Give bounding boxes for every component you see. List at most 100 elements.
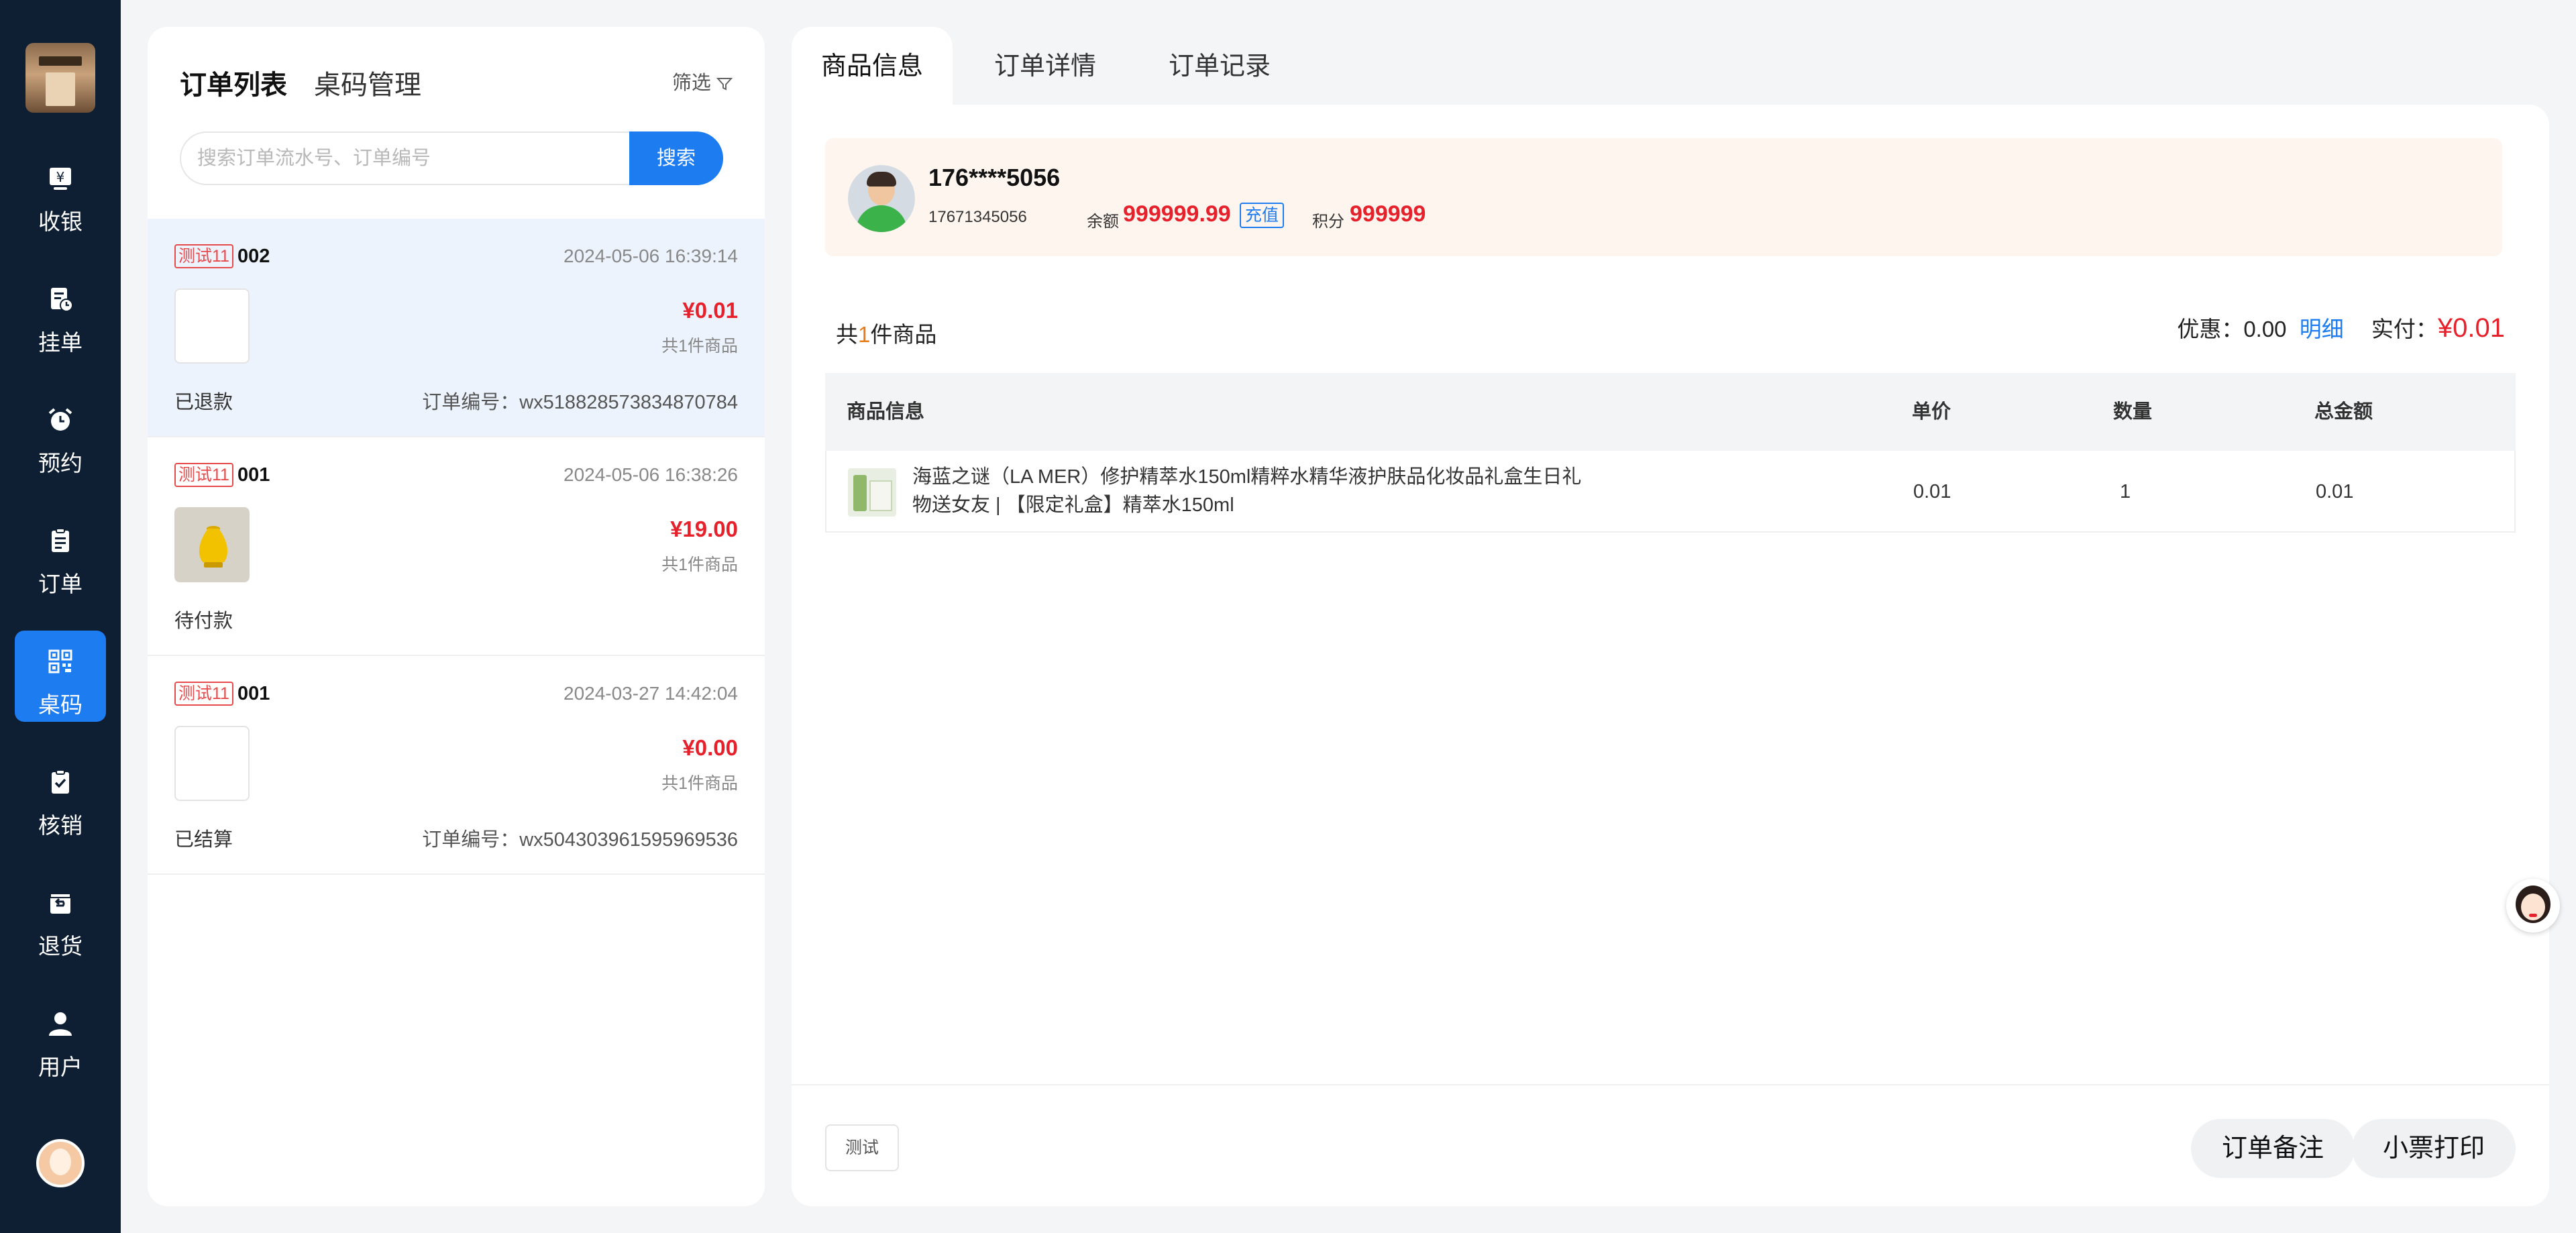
nav-label: 订单 (38, 572, 83, 596)
order-card[interactable]: 测试11 001 2024-05-06 16:38:26 ¥19.00 共1件商… (148, 437, 765, 656)
paid-label: 实付： (2371, 317, 2438, 341)
item-count: 共1件商品 (661, 555, 738, 574)
product-thumbnail (174, 507, 250, 582)
item-count: 共1件商品 (661, 337, 738, 356)
print-receipt-button[interactable]: 小票打印 (2351, 1119, 2516, 1178)
nav-item-verify[interactable]: 核销 (15, 751, 106, 843)
nav-label: 用户 (38, 1055, 83, 1079)
tab-order-list[interactable]: 订单列表 (180, 63, 287, 102)
order-serial: 002 (237, 246, 270, 267)
svg-text:¥: ¥ (56, 169, 65, 185)
order-card[interactable]: 测试11 002 2024-05-06 16:39:14 ¥0.01 共1件商品… (148, 219, 765, 437)
points-label: 积分 (1312, 213, 1344, 231)
order-serial: 001 (237, 683, 270, 704)
paid-amount: ¥0.01 (2437, 313, 2505, 343)
filter-button[interactable]: 筛选 (672, 67, 733, 95)
alarm-clock-icon (48, 408, 72, 431)
column-header: 单价 (1912, 401, 1951, 423)
order-price: ¥0.00 (682, 735, 738, 760)
nav-label: 预约 (38, 451, 83, 476)
item-count: 共1件商品 (661, 774, 738, 793)
search-button[interactable]: 搜索 (629, 131, 723, 185)
tab-order-records[interactable]: 订单记录 (1139, 27, 1300, 106)
order-price: ¥19.00 (670, 517, 738, 541)
order-card[interactable]: 测试11 001 2024-03-27 14:42:04 ¥0.00 共1件商品… (148, 656, 765, 875)
nav-label: 挂单 (38, 330, 83, 355)
order-serial: 001 (237, 464, 270, 486)
member-card: 176****5056 17671345056 余额 999999.99 充值 … (825, 138, 2502, 256)
column-header: 数量 (2113, 401, 2153, 423)
nav-label: 核销 (38, 813, 83, 838)
table-row: 海蓝之谜（LA MER）修护精萃水150ml精粹水精华液护肤品化妆品礼盒生日礼物… (825, 451, 2516, 533)
order-clipboard-icon (52, 528, 69, 552)
nav-item-cashier[interactable]: ¥ 收银 (15, 148, 106, 239)
order-status: 待付款 (174, 610, 233, 632)
order-time: 2024-05-06 16:38:26 (564, 464, 738, 485)
account-avatar[interactable] (36, 1139, 85, 1187)
member-phone: 17671345056 (928, 208, 1027, 226)
sidebar-nav: ¥ 收银 挂单 预约 订单 桌码 核销 退货 用户 (0, 0, 121, 1233)
order-number: 订单编号：wx504303961595969536 (422, 829, 738, 851)
order-status: 已退款 (174, 392, 233, 413)
product-image (848, 468, 896, 517)
total-amount: 0.01 (2316, 481, 2354, 502)
tab-order-details[interactable]: 订单详情 (965, 27, 1126, 106)
table-header: 商品信息 单价 数量 总金额 (825, 373, 2516, 451)
return-icon (50, 893, 71, 914)
points-value: 999999 (1350, 201, 1426, 227)
filter-label: 筛选 (672, 72, 711, 94)
order-time: 2024-03-27 14:42:04 (564, 683, 738, 704)
unit-price: 0.01 (1913, 481, 1951, 502)
store-tag: 测试11 (174, 682, 233, 706)
store-logo (25, 43, 95, 113)
product-thumbnail (174, 288, 250, 364)
yellow-vase-image (199, 526, 228, 568)
nav-label: 收银 (38, 209, 83, 234)
user-icon (49, 1012, 72, 1036)
order-search: 搜索 (180, 131, 723, 185)
order-detail-panel: 176****5056 17671345056 余额 999999.99 充值 … (792, 105, 2549, 1206)
order-status: 已结算 (174, 829, 233, 851)
filter-funnel-icon (716, 78, 733, 91)
product-name: 海蓝之谜（LA MER）修护精萃水150ml精粹水精华液护肤品化妆品礼盒生日礼物… (912, 466, 1582, 516)
member-masked-phone: 176****5056 (928, 164, 1061, 191)
footer-divider (792, 1084, 2549, 1085)
qr-code-icon (48, 649, 72, 674)
nav-item-table-code[interactable]: 桌码 (15, 631, 106, 722)
tab-table-code-management[interactable]: 桌码管理 (314, 63, 421, 102)
recharge-button[interactable]: 充值 (1240, 203, 1285, 228)
pending-order-icon (51, 288, 73, 312)
column-header: 总金额 (2314, 401, 2373, 423)
order-number: 订单编号：wx518828573834870784 (422, 392, 738, 413)
nav-item-pending[interactable]: 挂单 (15, 268, 106, 360)
tab-product-info[interactable]: 商品信息 (792, 27, 953, 106)
nav-label: 桌码 (38, 692, 83, 717)
discount-label: 优惠： (2177, 317, 2244, 341)
nav-item-return[interactable]: 退货 (15, 872, 106, 963)
verify-clipboard-icon (52, 769, 69, 794)
search-input[interactable] (197, 133, 653, 184)
note-tag: 测试 (825, 1124, 900, 1171)
balance-label: 余额 (1087, 213, 1119, 231)
balance-value: 999999.99 (1123, 201, 1231, 227)
payment-summary: 优惠：0.00 明细 实付：¥0.01 (2177, 311, 2505, 343)
cashier-yen-icon: ¥ (50, 168, 71, 190)
nav-item-orders[interactable]: 订单 (15, 510, 106, 601)
discount-value: 0.00 (2243, 317, 2287, 341)
item-summary: 共1件商品 (836, 317, 936, 349)
summary-prefix: 共 (836, 322, 858, 347)
nav-item-appointment[interactable]: 预约 (15, 389, 106, 480)
order-price: ¥0.01 (682, 298, 738, 323)
summary-count: 1 (858, 322, 871, 347)
discount-detail-link[interactable]: 明细 (2300, 317, 2344, 341)
assistant-avatar-icon[interactable] (2506, 879, 2560, 932)
order-remark-button[interactable]: 订单备注 (2190, 1119, 2355, 1178)
order-time: 2024-05-06 16:39:14 (564, 246, 738, 266)
column-header: 商品信息 (847, 401, 925, 423)
quantity: 1 (2120, 481, 2131, 502)
member-avatar (848, 165, 915, 232)
nav-item-user[interactable]: 用户 (15, 993, 106, 1084)
store-tag: 测试11 (174, 244, 233, 268)
store-tag: 测试11 (174, 463, 233, 487)
nav-label: 退货 (38, 934, 83, 959)
